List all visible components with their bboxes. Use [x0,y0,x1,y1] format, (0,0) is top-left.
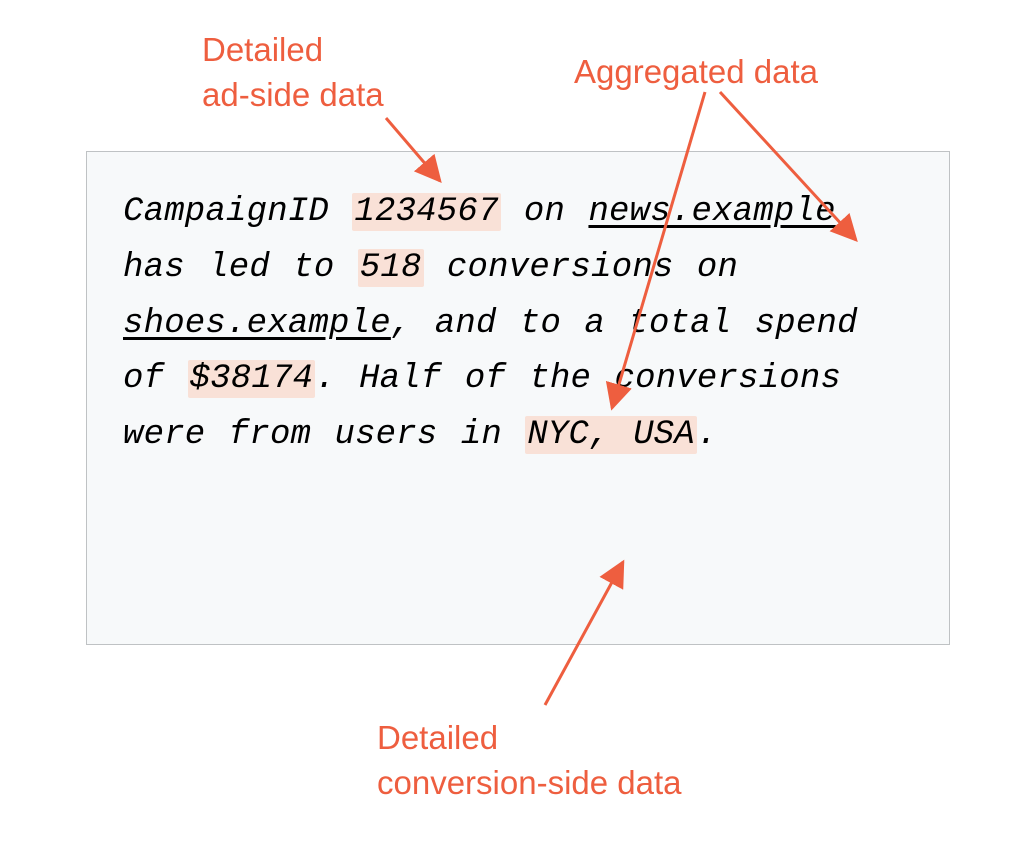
text-fragment: conversions on [424,249,739,287]
example-text-box: CampaignID 1234567 on news.example has l… [86,151,950,645]
text-fragment: on [501,193,589,231]
label-conversion-side-line1: Detailed [377,719,498,756]
highlight-geo: NYC, USA [525,416,697,454]
label-conversion-side-line2: conversion-side data [377,764,682,801]
label-ad-side-line1: Detailed [202,31,323,68]
link-advertiser-domain: shoes.example [123,305,391,343]
label-ad-side: Detailed ad-side data [202,28,384,117]
example-sentence: CampaignID 1234567 on news.example has l… [123,185,913,464]
text-fragment: has led to [123,249,358,287]
highlight-spend: $38174 [188,360,316,398]
label-ad-side-line2: ad-side data [202,76,384,113]
highlight-conversions: 518 [358,249,424,287]
text-fragment: . [697,416,718,454]
text-fragment: CampaignID [123,193,352,231]
link-publisher-domain: news.example [588,193,835,231]
label-conversion-side: Detailed conversion-side data [377,716,682,805]
highlight-campaign-id: 1234567 [352,193,500,231]
label-aggregated: Aggregated data [574,50,818,95]
